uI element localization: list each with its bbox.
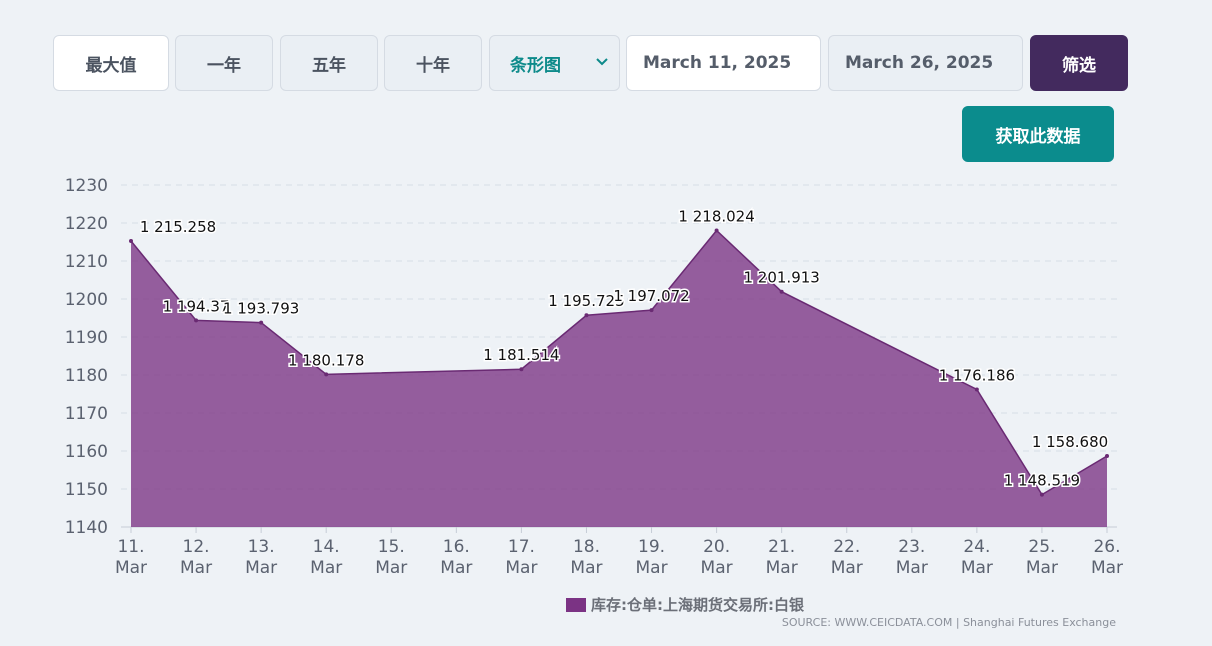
x-tick-label: 17. Mar xyxy=(505,537,537,578)
x-tick-label: 19. Mar xyxy=(635,537,667,578)
data-label: 1 193.793 xyxy=(223,300,299,318)
x-tick-label: 22. Mar xyxy=(831,537,863,578)
y-tick-label: 1180 xyxy=(65,366,108,386)
y-tick-label: 1210 xyxy=(65,252,108,272)
y-tick-label: 1150 xyxy=(65,480,108,500)
y-tick-label: 1220 xyxy=(65,214,108,234)
data-label: 1 148.519 xyxy=(1004,472,1080,490)
data-point xyxy=(519,367,524,372)
x-tick-label: 23. Mar xyxy=(896,537,928,578)
data-label: 1 181.514 xyxy=(483,346,559,364)
legend[interactable]: 库存:仓单:上海期货交易所:白银 xyxy=(566,594,804,615)
x-tick-label: 18. Mar xyxy=(570,537,602,578)
x-tick-label: 15. Mar xyxy=(375,537,407,578)
x-tick-label: 11. Mar xyxy=(115,537,147,578)
data-point xyxy=(129,239,133,244)
y-tick-label: 1140 xyxy=(65,518,108,538)
data-label: 1 158.680 xyxy=(1032,433,1108,451)
y-tick-label: 1160 xyxy=(65,442,108,462)
data-point xyxy=(714,228,719,233)
data-point xyxy=(584,313,589,318)
x-tick-label: 24. Mar xyxy=(961,537,993,578)
data-point xyxy=(779,289,784,294)
x-tick-label: 20. Mar xyxy=(701,537,733,578)
data-label: 1 201.913 xyxy=(743,269,819,287)
data-point xyxy=(974,387,979,392)
data-label: 1 197.072 xyxy=(613,287,689,305)
x-tick-label: 13. Mar xyxy=(245,537,277,578)
legend-swatch xyxy=(566,597,586,612)
y-tick-label: 1200 xyxy=(65,290,108,310)
x-tick-label: 14. Mar xyxy=(310,537,342,578)
y-tick-label: 1170 xyxy=(65,404,108,424)
data-point xyxy=(649,308,654,313)
data-label: 1 176.186 xyxy=(939,366,1015,384)
x-tick-label: 12. Mar xyxy=(180,537,212,578)
data-point xyxy=(194,318,199,323)
legend-label: 库存:仓单:上海期货交易所:白银 xyxy=(591,596,804,614)
data-label: 1 215.258 xyxy=(140,218,216,236)
data-point xyxy=(1105,454,1109,459)
x-tick-label: 25. Mar xyxy=(1026,537,1058,578)
y-tick-label: 1230 xyxy=(65,176,108,196)
data-point xyxy=(1039,492,1044,497)
x-tick-label: 21. Mar xyxy=(766,537,798,578)
data-point xyxy=(324,372,329,377)
source-note: SOURCE: WWW.CEICDATA.COM | Shanghai Futu… xyxy=(781,616,1116,629)
x-tick-label: 26. Mar xyxy=(1091,537,1123,578)
data-label: 1 180.178 xyxy=(288,351,364,369)
x-tick-label: 16. Mar xyxy=(440,537,472,578)
y-tick-label: 1190 xyxy=(65,328,108,348)
data-label: 1 218.024 xyxy=(678,208,754,226)
area-chart: 1140 1150 1160 1170 1180 1190 1200 1210 1220 1230… xyxy=(65,176,1123,578)
data-point xyxy=(259,320,264,325)
data-label: 1 194.37 xyxy=(163,297,230,315)
